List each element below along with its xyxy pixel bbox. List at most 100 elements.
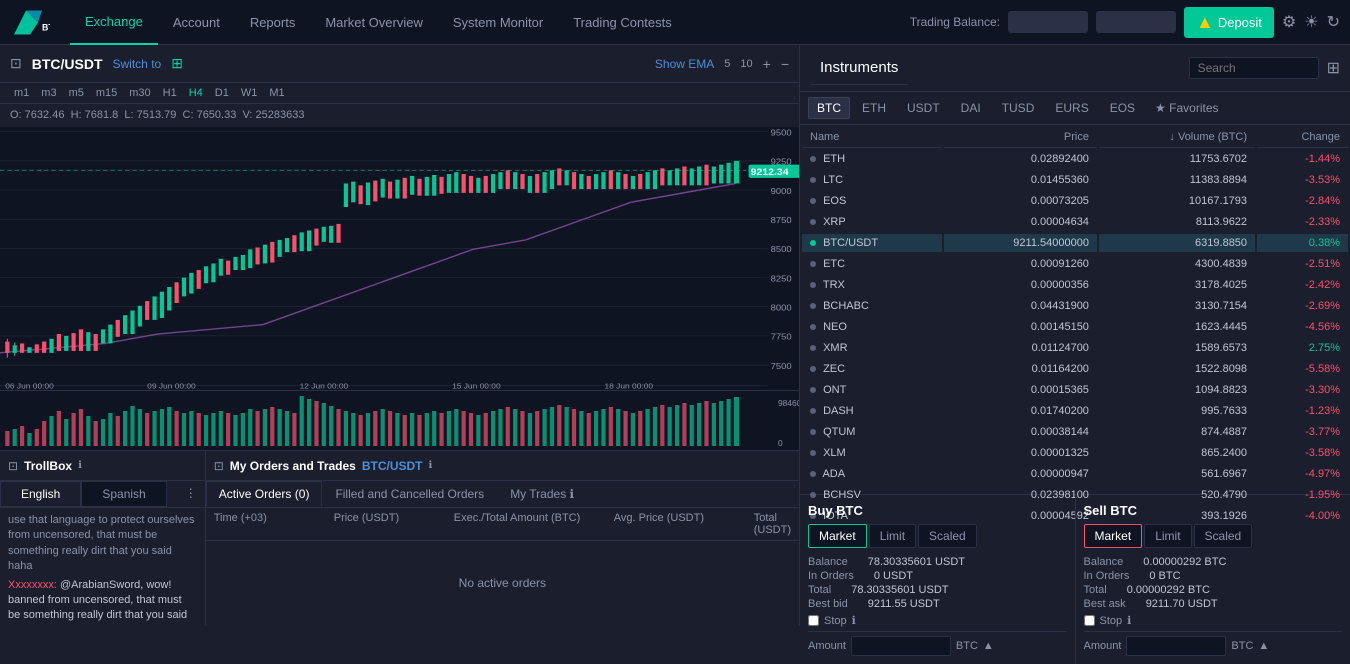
filter-tab-dai[interactable]: DAI — [952, 97, 990, 119]
chat-messages: use that language to protect ourselves f… — [0, 508, 205, 625]
tf-m15[interactable]: m15 — [92, 85, 121, 101]
chart-zoom-out-icon[interactable]: − — [781, 56, 789, 72]
tf-d1[interactable]: D1 — [211, 85, 233, 101]
sell-amount-input[interactable] — [1126, 636, 1226, 656]
sell-stop-checkbox[interactable] — [1084, 615, 1095, 626]
col-avg-price: Avg. Price (USDT) — [614, 512, 754, 536]
sell-tab-market[interactable]: Market — [1084, 524, 1143, 548]
buy-stop-info-icon[interactable]: ℹ — [852, 614, 856, 627]
nav-market-overview[interactable]: Market Overview — [310, 0, 438, 45]
table-row[interactable]: XMR 0.01124700 1589.6573 2.75% — [802, 339, 1348, 358]
trollbox-more-icon[interactable]: ⋮ — [177, 481, 205, 507]
table-row[interactable]: BTC/USDT 9211.54000000 6319.8850 0.38% — [802, 234, 1348, 253]
sell-tab-limit[interactable]: Limit — [1144, 524, 1191, 548]
cell-volume: 3130.7154 — [1099, 297, 1255, 316]
table-row[interactable]: ETC 0.00091260 4300.4839 -2.51% — [802, 255, 1348, 274]
chart-zoom-in-icon[interactable]: + — [763, 56, 771, 72]
buy-tab-market[interactable]: Market — [808, 524, 867, 548]
sell-amount-arrow-icon[interactable]: ▲ — [1258, 640, 1269, 652]
cell-volume: 8113.9622 — [1099, 213, 1255, 232]
filter-tab-eurs[interactable]: EURS — [1046, 97, 1097, 119]
tf-m1-monthly[interactable]: M1 — [265, 85, 288, 101]
buy-balance-row: Balance 78.30335601 USDT — [808, 556, 1067, 568]
buy-amount-input[interactable] — [851, 636, 951, 656]
cell-volume: 1094.8823 — [1099, 381, 1255, 400]
status-dot — [810, 177, 816, 183]
table-row[interactable]: ETH 0.02892400 11753.6702 -1.44% — [802, 150, 1348, 169]
tab-active-orders[interactable]: Active Orders (0) — [206, 481, 323, 507]
table-row[interactable]: QTUM 0.00038144 874.4887 -3.77% — [802, 423, 1348, 442]
table-row[interactable]: XRP 0.00004634 8113.9622 -2.33% — [802, 213, 1348, 232]
buy-amount-currency: BTC — [956, 640, 978, 652]
filter-tab-usdt[interactable]: USDT — [898, 97, 949, 119]
tf-m30[interactable]: m30 — [125, 85, 154, 101]
nav-exchange[interactable]: Exchange — [70, 0, 158, 45]
ema-10-value[interactable]: 10 — [740, 58, 752, 70]
trollbox-info-icon[interactable]: ℹ — [78, 460, 82, 471]
instruments-section: Instruments ⊞ BTC ETH USDT DAI TUSD EURS… — [800, 45, 1350, 495]
nav-menu: Exchange Account Reports Market Overview… — [70, 0, 910, 45]
chart-expand-icon[interactable]: ⊡ — [10, 55, 22, 72]
sell-stop-info-icon[interactable]: ℹ — [1127, 614, 1131, 627]
filter-tab-tusd[interactable]: TUSD — [993, 97, 1044, 119]
theme-icon[interactable]: ☀ — [1304, 12, 1318, 32]
cell-change: -2.69% — [1257, 297, 1348, 316]
chart-canvas[interactable]: 9500 9250 9000 8750 8500 8250 8000 7750 … — [0, 127, 799, 391]
buy-amount-arrow-icon[interactable]: ▲ — [983, 640, 994, 652]
tab-filled-cancelled[interactable]: Filled and Cancelled Orders — [322, 481, 497, 507]
tab-spanish[interactable]: Spanish — [81, 481, 166, 507]
nav-account[interactable]: Account — [158, 0, 235, 45]
nav-system-monitor[interactable]: System Monitor — [438, 0, 558, 45]
settings-icon[interactable]: ⚙ — [1282, 12, 1296, 32]
table-row[interactable]: BCHABC 0.04431900 3130.7154 -2.69% — [802, 297, 1348, 316]
buy-tab-limit[interactable]: Limit — [869, 524, 916, 548]
switch-to-button[interactable]: Switch to — [113, 57, 162, 71]
table-row[interactable]: ONT 0.00015365 1094.8823 -3.30% — [802, 381, 1348, 400]
bottom-panels: ⊡ TrollBox ℹ English Spanish ⋮ use that … — [0, 450, 799, 625]
nav-trading-contests[interactable]: Trading Contests — [558, 0, 687, 45]
nav-reports[interactable]: Reports — [235, 0, 311, 45]
table-row[interactable]: EOS 0.00073205 10167.1793 -2.84% — [802, 192, 1348, 211]
cell-volume: 561.6967 — [1099, 465, 1255, 484]
tf-h1[interactable]: H1 — [159, 85, 181, 101]
tf-w1[interactable]: W1 — [237, 85, 262, 101]
refresh-icon[interactable]: ↻ — [1327, 12, 1340, 32]
col-price: Price (USDT) — [334, 512, 454, 536]
filter-tab-favorites[interactable]: ★ Favorites — [1147, 98, 1226, 118]
table-row[interactable]: NEO 0.00145150 1623.4445 -4.56% — [802, 318, 1348, 337]
ohlcv-h: H: 7681.8 — [71, 109, 119, 121]
orders-info-icon[interactable]: ℹ — [429, 460, 433, 471]
tab-my-trades[interactable]: My Trades ℹ — [497, 481, 587, 507]
table-row[interactable]: ADA 0.00000947 561.6967 -4.97% — [802, 465, 1348, 484]
filter-tab-eos[interactable]: EOS — [1101, 97, 1144, 119]
ema-5-value[interactable]: 5 — [724, 58, 730, 70]
table-row[interactable]: DASH 0.01740200 995.7633 -1.23% — [802, 402, 1348, 421]
active-orders-count: 0 — [299, 487, 306, 501]
buy-amount-row: Amount BTC ▲ — [808, 631, 1067, 656]
tf-m3[interactable]: m3 — [37, 85, 60, 101]
table-row[interactable]: LTC 0.01455360 11383.8894 -3.53% — [802, 171, 1348, 190]
filter-tab-btc[interactable]: BTC — [808, 97, 850, 119]
buy-stop-checkbox[interactable] — [808, 615, 819, 626]
table-row[interactable]: XLM 0.00001325 865.2400 -3.58% — [802, 444, 1348, 463]
buy-tab-scaled[interactable]: Scaled — [918, 524, 977, 548]
ohlcv-c: C: 7650.33 — [183, 109, 237, 121]
svg-text:18 Jun 00:00: 18 Jun 00:00 — [605, 382, 654, 390]
instruments-grid-icon[interactable]: ⊞ — [1327, 58, 1340, 78]
table-row[interactable]: ZEC 0.01164200 1522.8098 -5.58% — [802, 360, 1348, 379]
sell-tab-scaled[interactable]: Scaled — [1194, 524, 1253, 548]
orders-tab-bar: Active Orders (0) Filled and Cancelled O… — [206, 481, 799, 508]
deposit-button[interactable]: ▲ Deposit — [1184, 7, 1274, 38]
show-ema-label[interactable]: Show EMA — [655, 57, 714, 71]
tf-h4[interactable]: H4 — [185, 85, 207, 101]
tab-english[interactable]: English — [0, 481, 81, 507]
svg-text:8000: 8000 — [771, 302, 792, 311]
table-row[interactable]: TRX 0.00000356 3178.4025 -2.42% — [802, 276, 1348, 295]
orders-title: My Orders and Trades — [230, 459, 356, 473]
buy-in-orders-row: In Orders 0 USDT — [808, 570, 1067, 582]
th-volume: ↓ Volume (BTC) — [1099, 127, 1255, 148]
tf-m1[interactable]: m1 — [10, 85, 33, 101]
tf-m5[interactable]: m5 — [65, 85, 88, 101]
instruments-search-input[interactable] — [1189, 57, 1319, 79]
filter-tab-eth[interactable]: ETH — [853, 97, 895, 119]
